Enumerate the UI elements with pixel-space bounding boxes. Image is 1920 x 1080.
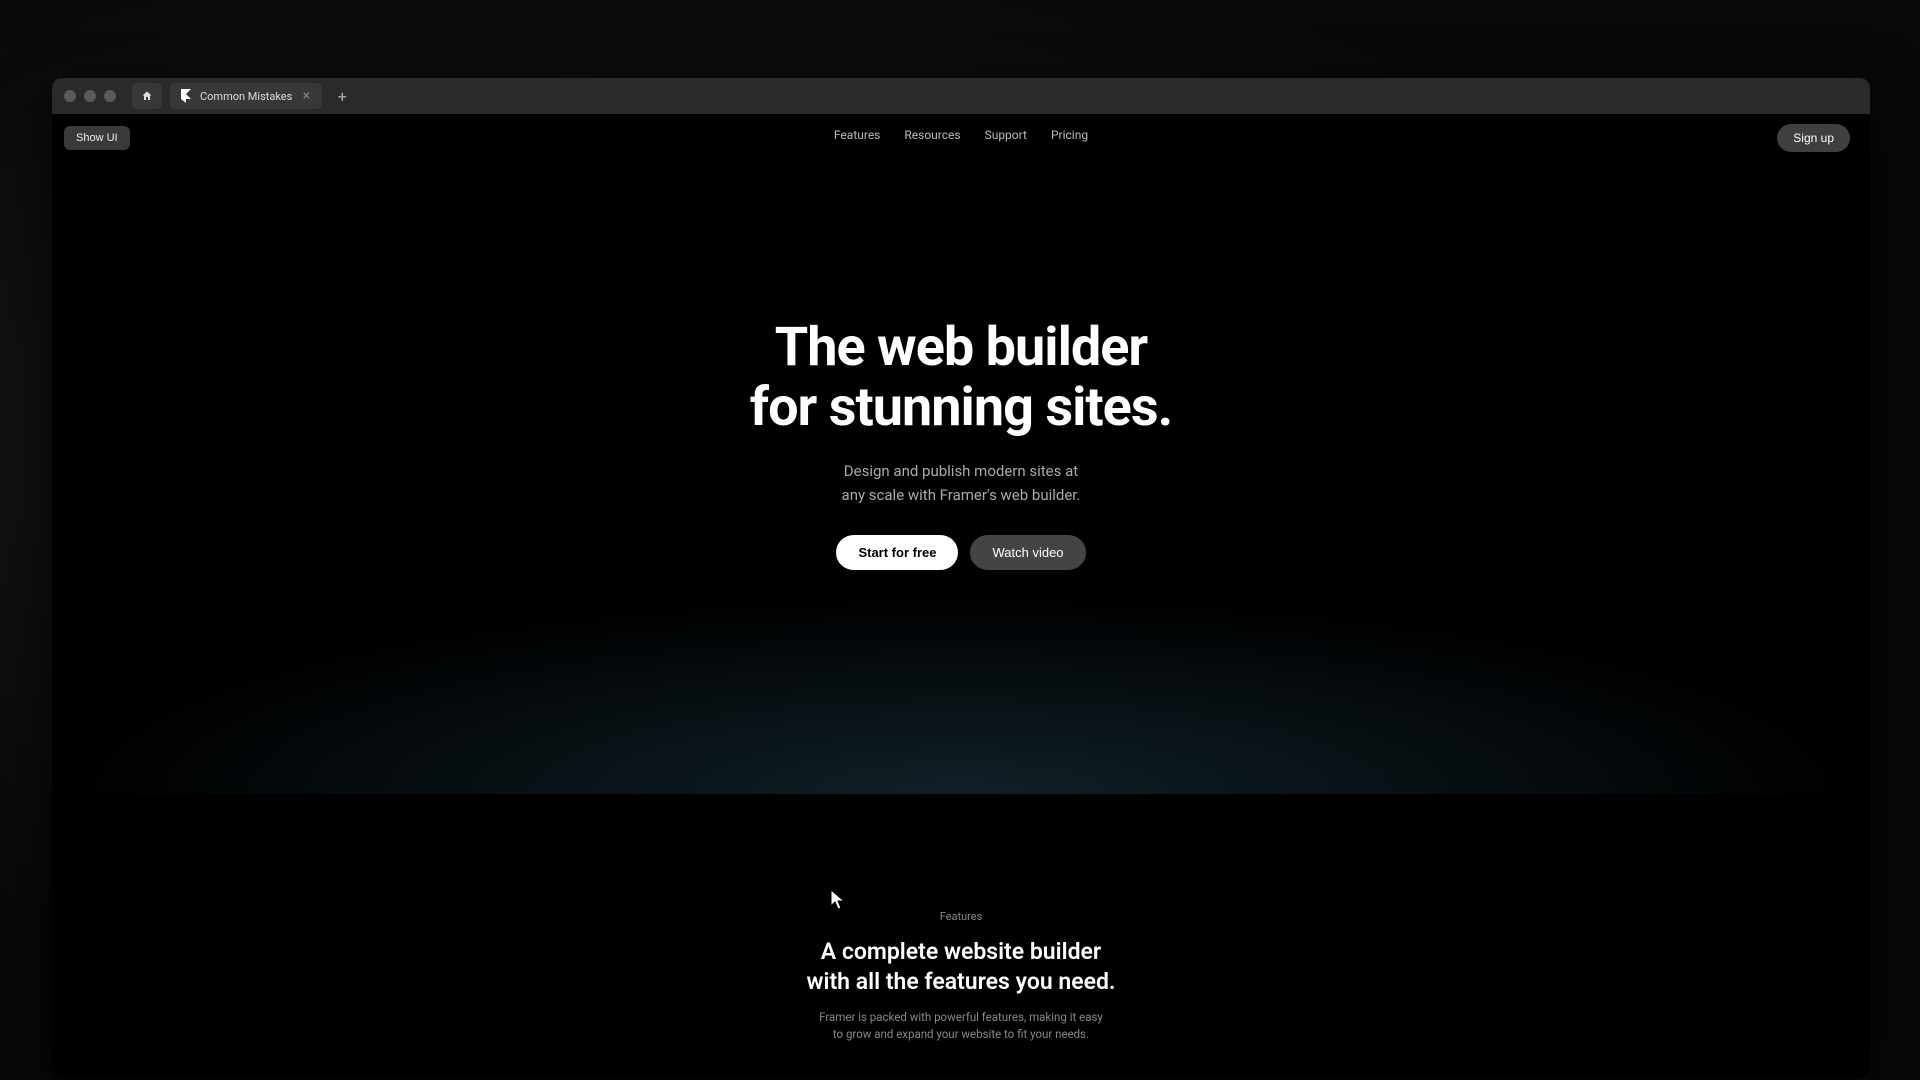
- traffic-lights: [64, 90, 116, 102]
- canvas-area: Show UI Features Resources Support Prici…: [52, 114, 1870, 1078]
- features-label: Features: [52, 910, 1870, 923]
- nav-link-features[interactable]: Features: [834, 128, 880, 142]
- nav-links: Features Resources Support Pricing: [834, 128, 1088, 142]
- tab-close-button[interactable]: ×: [300, 90, 312, 102]
- nav-link-support[interactable]: Support: [985, 128, 1027, 142]
- window-minimize-button[interactable]: [84, 90, 96, 102]
- titlebar: Common Mistakes × +: [52, 78, 1870, 114]
- features-sub-line2: to grow and expand your website to fit y…: [833, 1027, 1089, 1041]
- features-sub-line1: Framer is packed with powerful features,…: [819, 1010, 1103, 1024]
- nav-link-pricing[interactable]: Pricing: [1051, 128, 1088, 142]
- window-close-button[interactable]: [64, 90, 76, 102]
- tab-title: Common Mistakes: [200, 90, 292, 103]
- features-headline-line2: with all the features you need.: [807, 968, 1116, 995]
- hero-glow: [52, 594, 1870, 794]
- features-subtext: Framer is packed with powerful features,…: [52, 1009, 1870, 1044]
- features-headline-line1: A complete website builder: [821, 938, 1101, 965]
- nav-link-resources[interactable]: Resources: [904, 128, 960, 142]
- home-button[interactable]: [132, 83, 162, 109]
- window-maximize-button[interactable]: [104, 90, 116, 102]
- tab-common-mistakes[interactable]: Common Mistakes ×: [170, 83, 322, 109]
- hero-buttons: Start for free Watch video: [836, 535, 1085, 570]
- framer-logo-icon: [180, 90, 192, 102]
- section-separator: [52, 794, 1870, 810]
- hero-headline: The web builder for stunning sites.: [750, 318, 1173, 437]
- hero-subtext: Design and publish modern sites at any s…: [842, 459, 1081, 507]
- hero-section: The web builder for stunning sites. Desi…: [52, 114, 1870, 794]
- signup-button[interactable]: Sign up: [1777, 124, 1850, 152]
- features-section: Features A complete website builder with…: [52, 810, 1870, 1043]
- page-nav: Features Resources Support Pricing: [52, 128, 1870, 142]
- hero-headline-line1: The web builder: [775, 316, 1147, 379]
- show-ui-button[interactable]: Show UI: [64, 126, 130, 150]
- home-icon: [141, 90, 153, 102]
- start-for-free-button[interactable]: Start for free: [836, 535, 958, 570]
- hero-sub-line2: any scale with Framer's web builder.: [842, 486, 1081, 504]
- features-headline: A complete website builder with all the …: [52, 937, 1870, 997]
- watch-video-button[interactable]: Watch video: [970, 535, 1085, 570]
- new-tab-button[interactable]: +: [330, 84, 354, 108]
- hero-headline-line2: for stunning sites.: [750, 376, 1173, 439]
- app-window: Common Mistakes × + Show UI Features Res…: [52, 78, 1870, 1078]
- hero-sub-line1: Design and publish modern sites at: [844, 462, 1078, 480]
